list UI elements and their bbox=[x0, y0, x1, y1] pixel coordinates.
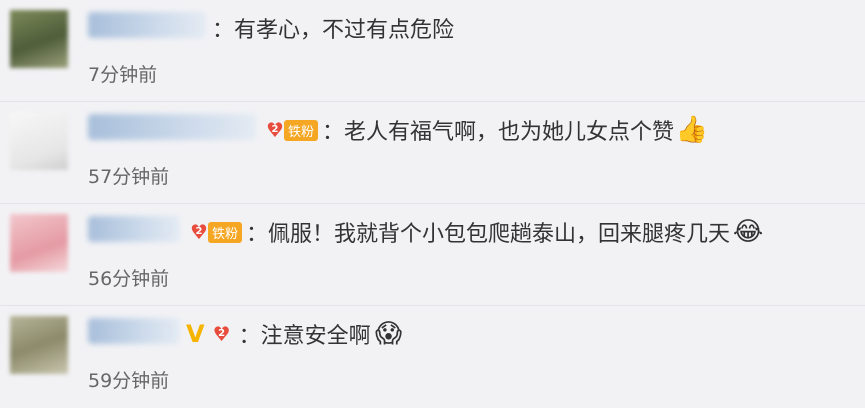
fan-label: 铁粉 bbox=[284, 119, 319, 141]
comment-time: 57分钟前 bbox=[88, 166, 170, 188]
comment-item: ：有孝心，不过有点危险 7分钟前 bbox=[0, 0, 865, 102]
fan-level-badge[interactable]: ♥ 2 bbox=[209, 322, 235, 346]
avatar[interactable] bbox=[10, 214, 68, 272]
fan-badge[interactable]: ♥ 2 铁粉 bbox=[262, 118, 319, 142]
avatar[interactable] bbox=[10, 316, 68, 374]
comment-time: 7分钟前 bbox=[88, 64, 158, 86]
avatar[interactable] bbox=[10, 10, 68, 68]
verified-badge-icon[interactable]: V bbox=[186, 320, 205, 348]
heart-icon: ♥ 2 bbox=[266, 118, 284, 142]
fan-label: 铁粉 bbox=[208, 221, 243, 243]
commenter-name[interactable] bbox=[88, 12, 206, 38]
shocked-face-icon: 😱 bbox=[375, 319, 403, 349]
comment-text: ：有孝心，不过有点危险 bbox=[212, 18, 455, 43]
comment-text: ：老人有福气啊，也为她儿女点个赞 bbox=[322, 120, 675, 145]
comment-line: ：有孝心，不过有点危险 bbox=[212, 8, 454, 48]
comment-line: ♥ 2 铁粉 ：佩服！我就背个小包包爬趟泰山，回来腿疼几天 😂 bbox=[186, 212, 764, 252]
thumbs-up-icon: 👍 bbox=[675, 115, 709, 145]
avatar[interactable] bbox=[10, 112, 68, 170]
heart-icon: ♥ 2 bbox=[190, 220, 208, 244]
comment-time: 59分钟前 bbox=[88, 370, 170, 392]
heart-icon: ♥ 2 bbox=[212, 322, 231, 346]
commenter-name[interactable] bbox=[88, 318, 180, 344]
comment-item: V ♥ 2 ：注意安全啊 😱 59分钟前 bbox=[0, 306, 865, 408]
comment-line: ♥ 2 铁粉 ：老人有福气啊，也为她儿女点个赞 👍 bbox=[262, 110, 708, 150]
comment-item: ♥ 2 铁粉 ：老人有福气啊，也为她儿女点个赞 👍 57分钟前 bbox=[0, 102, 865, 204]
comment-item: ♥ 2 铁粉 ：佩服！我就背个小包包爬趟泰山，回来腿疼几天 😂 56分钟前 bbox=[0, 204, 865, 306]
comment-text: ：注意安全啊 bbox=[238, 324, 371, 349]
commenter-name[interactable] bbox=[88, 216, 180, 242]
laughing-tears-icon: 😂 bbox=[732, 217, 764, 247]
comment-line: V ♥ 2 ：注意安全啊 😱 bbox=[186, 314, 405, 354]
comment-time: 56分钟前 bbox=[88, 268, 170, 290]
commenter-name[interactable] bbox=[88, 114, 256, 140]
comment-text: ：佩服！我就背个小包包爬趟泰山，回来腿疼几天 bbox=[246, 222, 731, 247]
fan-badge[interactable]: ♥ 2 铁粉 bbox=[186, 220, 243, 244]
